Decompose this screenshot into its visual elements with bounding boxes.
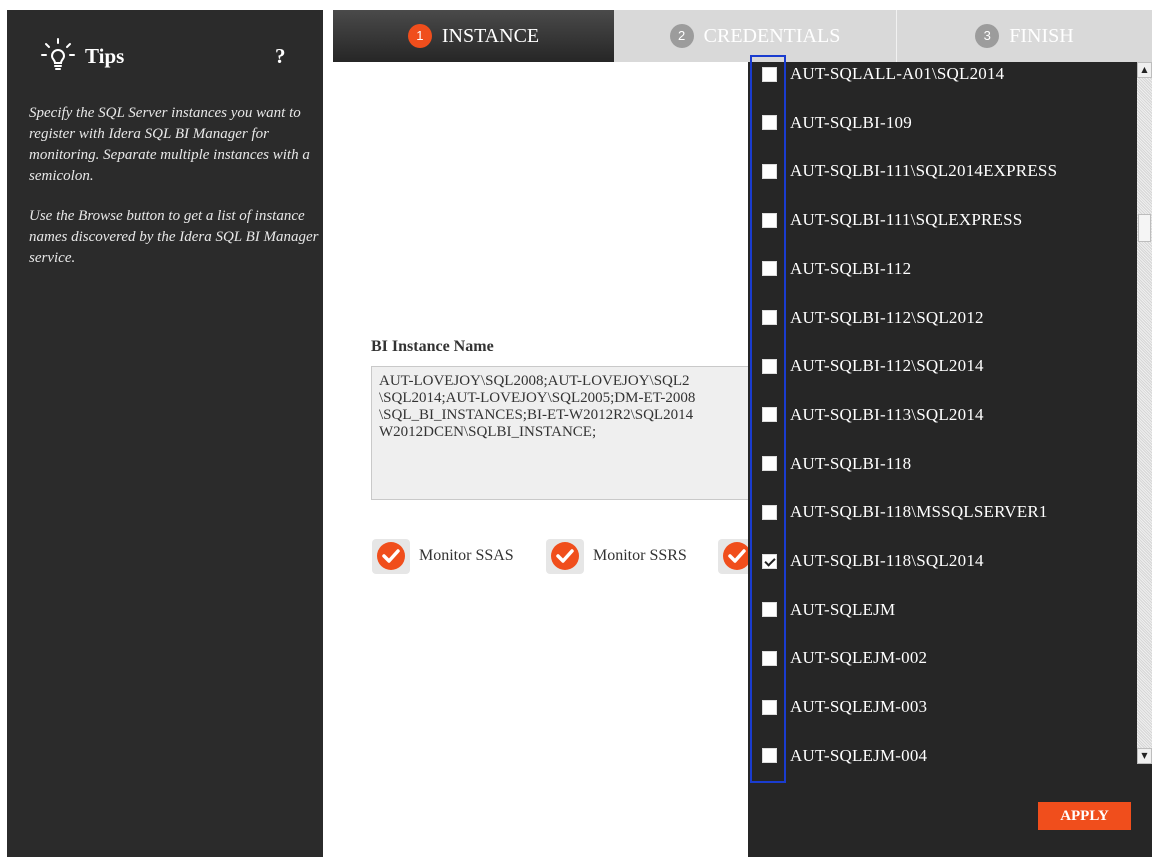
list-scrollbar[interactable]: ▲ ▼ <box>1137 62 1152 764</box>
instance-checkbox[interactable] <box>762 748 777 764</box>
tab-finish[interactable]: 3 FINISH <box>897 10 1152 62</box>
instance-list-item[interactable]: AUT-SQLBI-111\SQLEXPRESS <box>762 208 1022 232</box>
bi-instance-name-input[interactable] <box>371 366 791 500</box>
instance-label: AUT-SQLBI-113\SQL2014 <box>790 404 984 424</box>
tab-label: CREDENTIALS <box>703 24 841 47</box>
instance-label: AUT-SQLBI-109 <box>790 112 912 132</box>
instance-checkbox[interactable] <box>762 66 777 82</box>
instance-list-item[interactable]: AUT-SQLBI-111\SQL2014EXPRESS <box>762 159 1057 183</box>
instance-checkbox[interactable] <box>762 553 777 569</box>
apply-button[interactable]: APPLY <box>1038 802 1131 830</box>
tips-header: Tips ? <box>41 38 311 78</box>
tips-body: Specify the SQL Server instances you wan… <box>29 103 319 288</box>
scroll-down-icon[interactable]: ▼ <box>1137 748 1152 764</box>
tips-paragraph: Specify the SQL Server instances you wan… <box>29 105 310 184</box>
instance-checkbox[interactable] <box>762 650 777 666</box>
instance-checkbox[interactable] <box>762 310 777 325</box>
instance-list-item[interactable]: AUT-SQLEJM-002 <box>762 646 927 670</box>
instance-label: AUT-SQLBI-112\SQL2014 <box>790 356 984 376</box>
instance-label: AUT-SQLEJM-004 <box>790 745 928 765</box>
monitor-ssas-label: Monitor SSAS <box>419 547 514 564</box>
instance-list-item[interactable]: AUT-SQLBI-113\SQL2014 <box>762 403 984 427</box>
instance-label: AUT-SQLALL-A01\SQL2014 <box>790 64 1005 83</box>
tab-credentials[interactable]: 2 CREDENTIALS <box>614 10 897 62</box>
tab-label: FINISH <box>1009 24 1074 47</box>
tab-instance[interactable]: 1 INSTANCE <box>333 10 614 62</box>
instance-checkbox[interactable] <box>762 456 777 472</box>
wizard-tabs: 1 INSTANCE 2 CREDENTIALS 3 FINISH <box>333 10 1152 62</box>
instance-checkbox[interactable] <box>762 504 777 520</box>
instance-checkbox[interactable] <box>762 261 777 277</box>
question-mark-icon[interactable]: ? <box>275 44 286 69</box>
instance-checkbox[interactable] <box>762 115 777 131</box>
tips-panel: Tips ? Specify the SQL Server instances … <box>7 10 323 857</box>
instance-checkbox[interactable] <box>762 212 777 228</box>
instance-label: AUT-SQLEJM-002 <box>790 648 928 668</box>
monitor-ssrs-label: Monitor SSRS <box>593 547 687 564</box>
instance-list-item[interactable]: AUT-SQLALL-A01\SQL2014 <box>762 62 1004 86</box>
instance-list-item[interactable]: AUT-SQLEJM-004 <box>762 744 927 768</box>
instance-checkbox[interactable] <box>762 699 777 715</box>
instance-label: AUT-SQLBI-112\SQL2012 <box>790 307 984 327</box>
tips-paragraph: Use the Browse button to get a list of i… <box>29 208 319 266</box>
instance-label: AUT-SQLBI-112 <box>790 258 912 278</box>
scroll-thumb[interactable] <box>1138 214 1151 242</box>
instance-list-item[interactable]: AUT-SQLBI-118 <box>762 452 911 476</box>
instance-label: AUT-SQLBI-118 <box>790 453 912 473</box>
instance-checkbox[interactable] <box>762 358 777 374</box>
instance-list-item[interactable]: AUT-SQLBI-118\MSSQLSERVER1 <box>762 500 1048 524</box>
instance-checkbox[interactable] <box>762 407 777 423</box>
instance-label: AUT-SQLEJM-003 <box>790 697 928 717</box>
instance-label: AUT-SQLBI-118\SQL2014 <box>790 551 984 570</box>
instance-browse-list: AUT-SQLALL-A01\SQL2014 AUT-SQLBI-109 AUT-S… <box>748 55 1152 857</box>
scroll-up-icon[interactable]: ▲ <box>1137 62 1152 78</box>
instance-label: AUT-SQLBI-111\SQL2014EXPRESS <box>790 161 1058 181</box>
tab-label: INSTANCE <box>441 24 540 47</box>
step-number-badge: 3 <box>975 24 1000 48</box>
instance-checkbox[interactable] <box>762 602 777 618</box>
instance-label: AUT-SQLBI-111\SQLEXPRESS <box>790 210 1023 230</box>
step-number-badge: 1 <box>407 24 432 48</box>
instance-list-item[interactable]: AUT-SQLBI-112 <box>762 257 911 281</box>
bi-instance-name-label: BI Instance Name <box>371 338 494 355</box>
lightbulb-icon <box>41 38 75 70</box>
instance-list-item[interactable]: AUT-SQLBI-112\SQL2014 <box>762 354 984 378</box>
instance-checkbox[interactable] <box>762 163 777 179</box>
instance-label: AUT-SQLBI-118\MSSQLSERVER1 <box>790 502 1048 522</box>
monitor-ssas-toggle[interactable]: Monitor SSAS <box>371 536 514 576</box>
instance-list-item[interactable]: AUT-SQLBI-118\SQL2014 <box>762 549 984 573</box>
instance-list-item[interactable]: AUT-SQLEJM <box>762 598 895 622</box>
instance-list-item[interactable]: AUT-SQLBI-109 <box>762 111 912 135</box>
check-circle-icon <box>372 539 410 574</box>
monitor-ssrs-toggle[interactable]: Monitor SSRS <box>545 536 687 576</box>
instance-list-item[interactable]: AUT-SQLEJM-003 <box>762 695 927 719</box>
instance-list-item[interactable]: AUT-SQLBI-112\SQL2012 <box>762 306 984 330</box>
tips-title: Tips <box>85 44 125 68</box>
check-circle-icon <box>546 539 584 574</box>
step-number-badge: 2 <box>669 24 694 48</box>
instance-label: AUT-SQLEJM <box>790 599 896 619</box>
